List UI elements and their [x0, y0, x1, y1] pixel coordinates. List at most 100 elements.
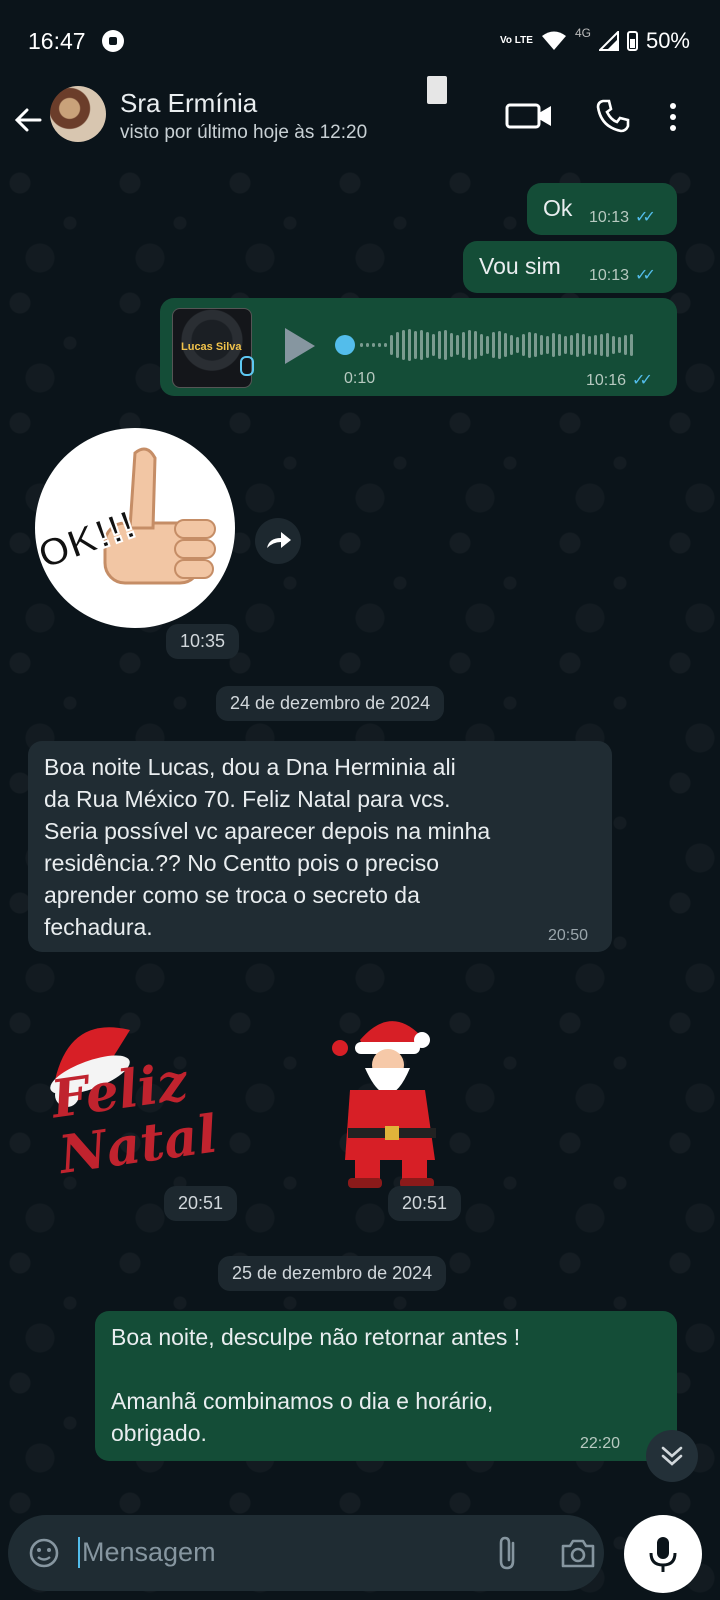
- thumbnail-label: Lucas Silva: [181, 341, 242, 353]
- waveform-bar: [444, 330, 447, 360]
- sticker-time: 10:35: [166, 624, 240, 659]
- audio-message[interactable]: Lucas Silva 0:10 10:16 ✓✓: [160, 298, 677, 396]
- message-line: aprender como se troca o secreto da: [44, 882, 420, 908]
- battery-level: 50%: [645, 28, 690, 53]
- message-line: Boa noite Lucas, dou a Dna Herminia ali: [44, 754, 456, 780]
- waveform-bar: [426, 332, 429, 358]
- scroll-to-bottom-button[interactable]: [646, 1430, 698, 1482]
- voice-record-button[interactable]: [624, 1515, 702, 1593]
- date-separator: 24 de dezembro de 2024: [216, 686, 445, 721]
- sticker-caption: Feliz Natal: [47, 1051, 222, 1186]
- play-icon[interactable]: [285, 328, 315, 364]
- waveform-bar: [420, 330, 423, 360]
- signal-icon: [598, 31, 619, 51]
- message-time: 22:20: [580, 1435, 621, 1452]
- status-indicators: Vo LTE 4G 50%: [500, 26, 690, 54]
- audio-seek-handle[interactable]: [335, 335, 355, 355]
- waveform-bar: [462, 332, 465, 358]
- network-type: 4G: [574, 26, 591, 40]
- message-outgoing[interactable]: Boa noite, desculpe não retornar antes !…: [95, 1311, 677, 1461]
- waveform-bar: [582, 334, 585, 356]
- waveform-bar: [450, 333, 453, 357]
- waveform-bar: [588, 336, 591, 354]
- waveform-bar: [564, 336, 567, 354]
- message-time: 10:13 ✓✓: [589, 209, 656, 226]
- santa-claus-icon: [332, 1021, 436, 1188]
- message-line: [111, 1353, 661, 1385]
- waveform-bar: [534, 333, 537, 357]
- message-time: 10:13 ✓✓: [589, 267, 656, 284]
- waveform-bar: [378, 343, 381, 347]
- sticker-thumbs-up[interactable]: OK!!!: [31, 428, 235, 628]
- waveform-bar: [438, 331, 441, 359]
- back-arrow-icon[interactable]: [12, 100, 52, 140]
- waveform-bar: [528, 332, 531, 358]
- waveform-bar: [510, 335, 513, 355]
- message-line: residência.?? No Centto pois o preciso: [44, 850, 440, 876]
- chat-header: Sra Ermínia visto por último hoje às 12:…: [0, 80, 720, 163]
- waveform-bar: [492, 332, 495, 358]
- waveform-bar: [486, 336, 489, 354]
- video-call-icon[interactable]: [505, 101, 555, 131]
- waveform-bar: [546, 336, 549, 354]
- waveform-bar: [606, 333, 609, 357]
- waveform-bar: [480, 334, 483, 356]
- forward-icon: [267, 532, 291, 548]
- camera-icon[interactable]: [560, 1537, 596, 1569]
- waveform-bar: [456, 335, 459, 355]
- waveform-bar: [540, 335, 543, 355]
- waveform-bar: [516, 337, 519, 353]
- waveform-bar: [624, 335, 627, 355]
- message-incoming[interactable]: Boa noite Lucas, dou a Dna Herminia ali …: [28, 741, 612, 952]
- message-input[interactable]: Mensagem: [78, 1537, 216, 1568]
- date-separator: 25 de dezembro de 2024: [218, 1256, 447, 1291]
- audio-sender-thumbnail: Lucas Silva: [172, 308, 252, 388]
- more-options-icon[interactable]: [668, 100, 678, 136]
- message-line: da Rua México 70. Feliz Natal para vcs.: [44, 786, 451, 812]
- waveform-bar: [372, 343, 375, 347]
- notification-shape: [427, 76, 447, 104]
- waveform-bar: [390, 335, 393, 355]
- waveform-bar: [570, 335, 573, 355]
- waveform-bar: [414, 331, 417, 359]
- message-line: Seria possível vc aparecer depois na min…: [44, 818, 491, 844]
- status-bar: 16:47 Vo LTE 4G 50%: [0, 0, 720, 80]
- read-receipt-icon: ✓✓: [635, 209, 656, 226]
- message-line: fechadura.: [44, 914, 153, 940]
- double-chevron-down-icon: [661, 1446, 683, 1466]
- waveform-bar: [432, 334, 435, 356]
- waveform-bar: [618, 337, 621, 353]
- microphone-icon: [649, 1537, 677, 1572]
- message-outgoing[interactable]: Ok 10:13 ✓✓: [527, 183, 677, 235]
- waveform-bar: [396, 332, 399, 358]
- waveform-bar: [552, 333, 555, 357]
- sticker-time: 20:51: [388, 1186, 462, 1221]
- waveform-bar: [384, 343, 387, 347]
- sticker-emoji-icon[interactable]: [28, 1537, 60, 1569]
- sticker-feliz-natal[interactable]: Feliz Natal: [45, 1010, 235, 1186]
- message-line: Amanhã combinamos o dia e horário,: [111, 1388, 494, 1414]
- attachment-icon[interactable]: [493, 1535, 523, 1571]
- forward-button[interactable]: [255, 518, 301, 564]
- audio-waveform[interactable]: [360, 328, 655, 362]
- waveform-bar: [402, 330, 405, 360]
- message-text: Ok: [543, 195, 573, 221]
- last-seen-status: visto por último hoje às 12:20: [120, 122, 368, 143]
- phone-call-icon[interactable]: [595, 98, 631, 134]
- waveform-bar: [360, 343, 363, 347]
- sticker-santa-claus[interactable]: [310, 1010, 470, 1190]
- message-time: 10:16 ✓✓: [586, 372, 653, 389]
- waveform-bar: [504, 333, 507, 357]
- waveform-bar: [474, 331, 477, 359]
- waveform-bar: [366, 343, 369, 347]
- waveform-bar: [600, 334, 603, 356]
- contact-name[interactable]: Sra Ermínia: [120, 88, 257, 119]
- message-line: Boa noite, desculpe não retornar antes !: [111, 1324, 521, 1350]
- read-receipt-icon: ✓✓: [632, 372, 653, 389]
- waveform-bar: [498, 331, 501, 359]
- message-outgoing[interactable]: Vou sim 10:13 ✓✓: [463, 241, 677, 293]
- waveform-bar: [522, 334, 525, 356]
- avatar[interactable]: [50, 86, 106, 142]
- waveform-bar: [408, 329, 411, 361]
- waveform-bar: [468, 330, 471, 360]
